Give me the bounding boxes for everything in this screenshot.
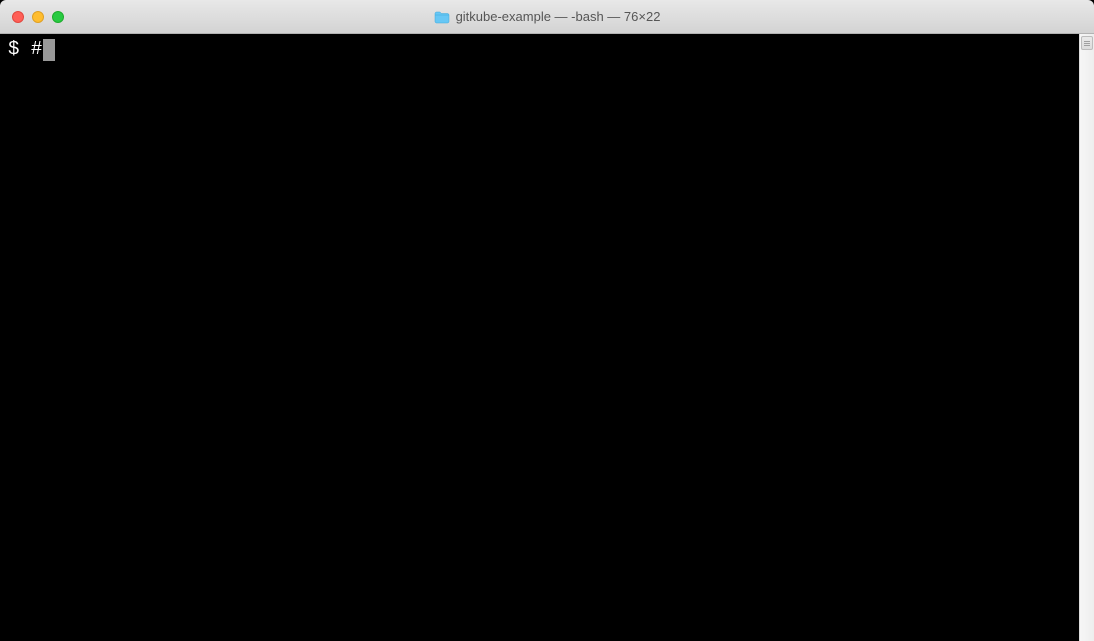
terminal-content[interactable]: $ # xyxy=(0,34,1079,641)
scrollbar-track[interactable] xyxy=(1079,34,1094,641)
title-container: gitkube-example — -bash — 76×22 xyxy=(434,9,661,24)
prompt-line: $ # xyxy=(8,37,1071,63)
minimize-button[interactable] xyxy=(32,11,44,23)
traffic-lights xyxy=(12,11,64,23)
folder-icon xyxy=(434,11,450,23)
titlebar[interactable]: gitkube-example — -bash — 76×22 xyxy=(0,0,1094,34)
prompt-symbol: $ xyxy=(8,37,31,63)
maximize-button[interactable] xyxy=(52,11,64,23)
terminal-area: $ # xyxy=(0,34,1094,641)
window-title: gitkube-example — -bash — 76×22 xyxy=(456,9,661,24)
scrollbar-thumb[interactable] xyxy=(1081,36,1093,50)
close-button[interactable] xyxy=(12,11,24,23)
terminal-input-text: # xyxy=(31,37,42,63)
cursor xyxy=(43,39,55,61)
